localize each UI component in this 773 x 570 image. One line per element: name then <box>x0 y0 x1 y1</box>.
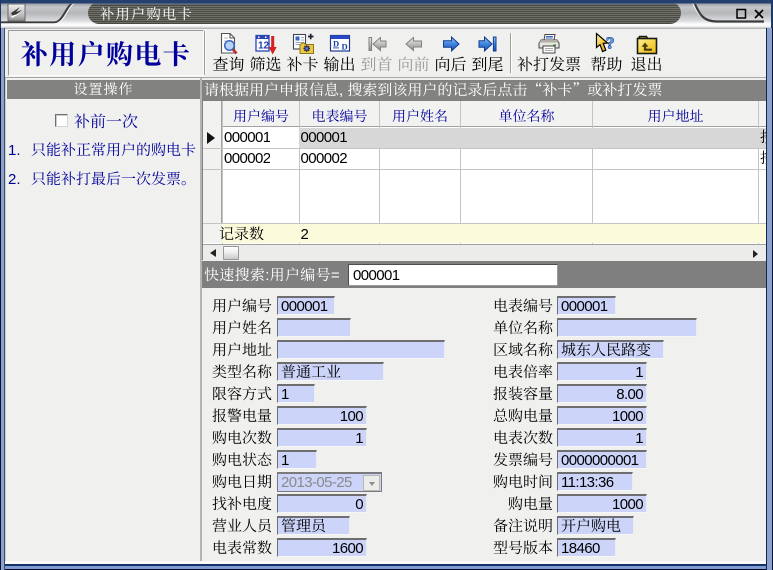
svg-text:D: D <box>333 39 339 49</box>
svg-text:12: 12 <box>258 41 270 52</box>
svg-text:D: D <box>341 42 347 52</box>
svg-text:补用户购电卡: 补用户购电卡 <box>100 4 193 24</box>
